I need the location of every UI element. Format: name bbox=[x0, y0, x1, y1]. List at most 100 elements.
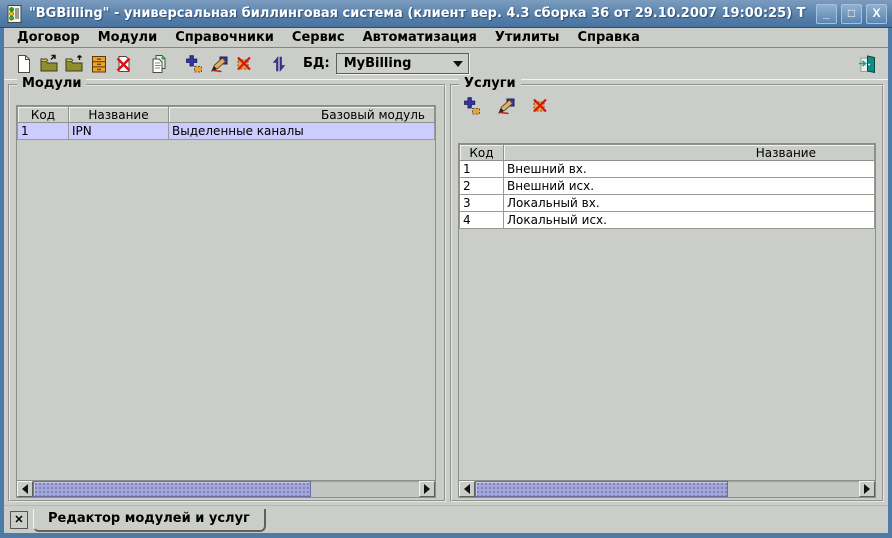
service-code-cell: 2 bbox=[460, 178, 504, 195]
tab-module-editor[interactable]: Редактор модулей и услуг bbox=[33, 509, 266, 532]
service-code-cell: 3 bbox=[460, 195, 504, 212]
scroll-left-button[interactable] bbox=[459, 481, 475, 497]
edit-icon bbox=[496, 96, 516, 116]
exit-door-icon bbox=[858, 54, 878, 74]
scroll-left-arrow-icon bbox=[464, 484, 470, 494]
services-panel: Услуги bbox=[450, 84, 884, 502]
delete-document-button[interactable] bbox=[113, 53, 135, 75]
modules-scrollpane: Код Название Базовый модуль 1 IPN Выделе… bbox=[16, 105, 436, 498]
services-table-row[interactable]: 3 Локальный вх. bbox=[460, 195, 875, 212]
open-folder-arrow-icon bbox=[64, 54, 84, 74]
add-service-button[interactable] bbox=[461, 95, 483, 117]
app-window: "BGBilling" - универсальная биллинговая … bbox=[0, 0, 892, 538]
service-code-cell: 1 bbox=[460, 161, 504, 178]
services-table: Код Название 1 Внешний вх. 2 Внешний исх… bbox=[459, 144, 875, 229]
open-folder-icon bbox=[39, 54, 59, 74]
menu-dogovor[interactable]: Договор bbox=[8, 30, 89, 45]
title-bar: "BGBilling" - универсальная биллинговая … bbox=[0, 0, 892, 28]
modules-table-empty-area bbox=[17, 140, 435, 480]
menu-spravochniki[interactable]: Справочники bbox=[166, 30, 283, 45]
modules-table: Код Название Базовый модуль 1 IPN Выделе… bbox=[17, 106, 435, 140]
module-base-cell: Выделенные каналы bbox=[169, 123, 435, 140]
service-name-cell: Локальный исх. bbox=[504, 212, 875, 229]
services-header-row: Код Название bbox=[460, 145, 875, 161]
db-label: БД: bbox=[303, 56, 330, 71]
modules-col-code[interactable]: Код bbox=[18, 107, 69, 123]
module-code-cell: 1 bbox=[18, 123, 69, 140]
db-combobox-value: MyBilling bbox=[337, 56, 448, 71]
add-icon bbox=[462, 96, 482, 116]
scroll-right-button[interactable] bbox=[859, 481, 875, 497]
bottom-tab-bar: ✕ Редактор модулей и услуг bbox=[4, 505, 888, 533]
new-document-icon bbox=[14, 54, 34, 74]
window-title: "BGBilling" - универсальная биллинговая … bbox=[29, 6, 812, 21]
menu-moduli[interactable]: Модули bbox=[89, 30, 166, 45]
edit-icon bbox=[209, 54, 229, 74]
services-table-row[interactable]: 1 Внешний вх. bbox=[460, 161, 875, 178]
services-scroll-track[interactable] bbox=[475, 481, 859, 497]
services-scrollpane: Код Название 1 Внешний вх. 2 Внешний исх… bbox=[458, 143, 876, 498]
cabinet-icon bbox=[89, 54, 109, 74]
menu-bar: Договор Модули Справочники Сервис Автома… bbox=[4, 28, 888, 48]
maximize-button[interactable]: □ bbox=[841, 4, 862, 24]
services-table-row[interactable]: 2 Внешний исх. bbox=[460, 178, 875, 195]
new-document-button[interactable] bbox=[13, 53, 35, 75]
app-icon bbox=[5, 4, 25, 24]
modules-scroll-track[interactable] bbox=[33, 481, 419, 497]
add-module-button[interactable] bbox=[183, 53, 205, 75]
edit-service-button[interactable] bbox=[495, 95, 517, 117]
service-name-cell: Внешний исх. bbox=[504, 178, 875, 195]
db-combobox[interactable]: MyBilling bbox=[336, 53, 469, 74]
main-content: Модули Код Название Базовый модуль 1 bbox=[4, 80, 888, 505]
services-hscrollbar[interactable] bbox=[459, 480, 875, 497]
refresh-button[interactable] bbox=[268, 53, 290, 75]
scroll-right-arrow-icon bbox=[864, 484, 870, 494]
scroll-left-arrow-icon bbox=[22, 484, 28, 494]
menu-avtomatizaciya[interactable]: Автоматизация bbox=[354, 30, 486, 45]
scroll-right-button[interactable] bbox=[419, 481, 435, 497]
services-col-name[interactable]: Название bbox=[504, 145, 875, 161]
services-toolbar bbox=[461, 95, 554, 117]
scroll-right-arrow-icon bbox=[424, 484, 430, 494]
menu-servis[interactable]: Сервис bbox=[283, 30, 354, 45]
services-table-empty-area bbox=[459, 229, 875, 480]
delete-icon bbox=[234, 54, 254, 74]
modules-col-base[interactable]: Базовый модуль bbox=[169, 107, 435, 123]
copy-document-icon bbox=[149, 54, 169, 74]
menu-utility[interactable]: Утилиты bbox=[486, 30, 569, 45]
add-icon bbox=[184, 54, 204, 74]
copy-document-button[interactable] bbox=[148, 53, 170, 75]
service-name-cell: Локальный вх. bbox=[504, 195, 875, 212]
scroll-left-button[interactable] bbox=[17, 481, 33, 497]
services-col-code[interactable]: Код bbox=[460, 145, 504, 161]
services-scroll-thumb[interactable] bbox=[475, 481, 728, 497]
modules-scroll-thumb[interactable] bbox=[33, 481, 311, 497]
modules-table-row[interactable]: 1 IPN Выделенные каналы bbox=[18, 123, 435, 140]
modules-panel-title: Модули bbox=[17, 77, 86, 91]
modules-panel: Модули Код Название Базовый модуль 1 bbox=[8, 84, 446, 502]
delete-service-button[interactable] bbox=[529, 95, 551, 117]
menu-spravka[interactable]: Справка bbox=[568, 30, 648, 45]
open-button[interactable] bbox=[38, 53, 60, 75]
archive-button[interactable] bbox=[88, 53, 110, 75]
modules-col-name[interactable]: Название bbox=[69, 107, 169, 123]
exit-button[interactable] bbox=[857, 53, 879, 75]
chevron-down-icon bbox=[448, 61, 468, 67]
delete-document-icon bbox=[114, 54, 134, 74]
service-name-cell: Внешний вх. bbox=[504, 161, 875, 178]
modules-hscrollbar[interactable] bbox=[17, 480, 435, 497]
delete-icon bbox=[530, 96, 550, 116]
refresh-icon bbox=[269, 54, 289, 74]
service-code-cell: 4 bbox=[460, 212, 504, 229]
services-table-row[interactable]: 4 Локальный исх. bbox=[460, 212, 875, 229]
close-button[interactable]: X bbox=[866, 4, 887, 24]
main-toolbar: БД: MyBilling bbox=[4, 48, 888, 80]
minimize-button[interactable]: _ bbox=[816, 4, 837, 24]
module-name-cell: IPN bbox=[69, 123, 169, 140]
delete-module-button[interactable] bbox=[233, 53, 255, 75]
services-panel-title: Услуги bbox=[459, 77, 521, 91]
tab-close-button[interactable]: ✕ bbox=[10, 511, 28, 529]
edit-module-button[interactable] bbox=[208, 53, 230, 75]
open-from-button[interactable] bbox=[63, 53, 85, 75]
modules-header-row: Код Название Базовый модуль bbox=[18, 107, 435, 123]
